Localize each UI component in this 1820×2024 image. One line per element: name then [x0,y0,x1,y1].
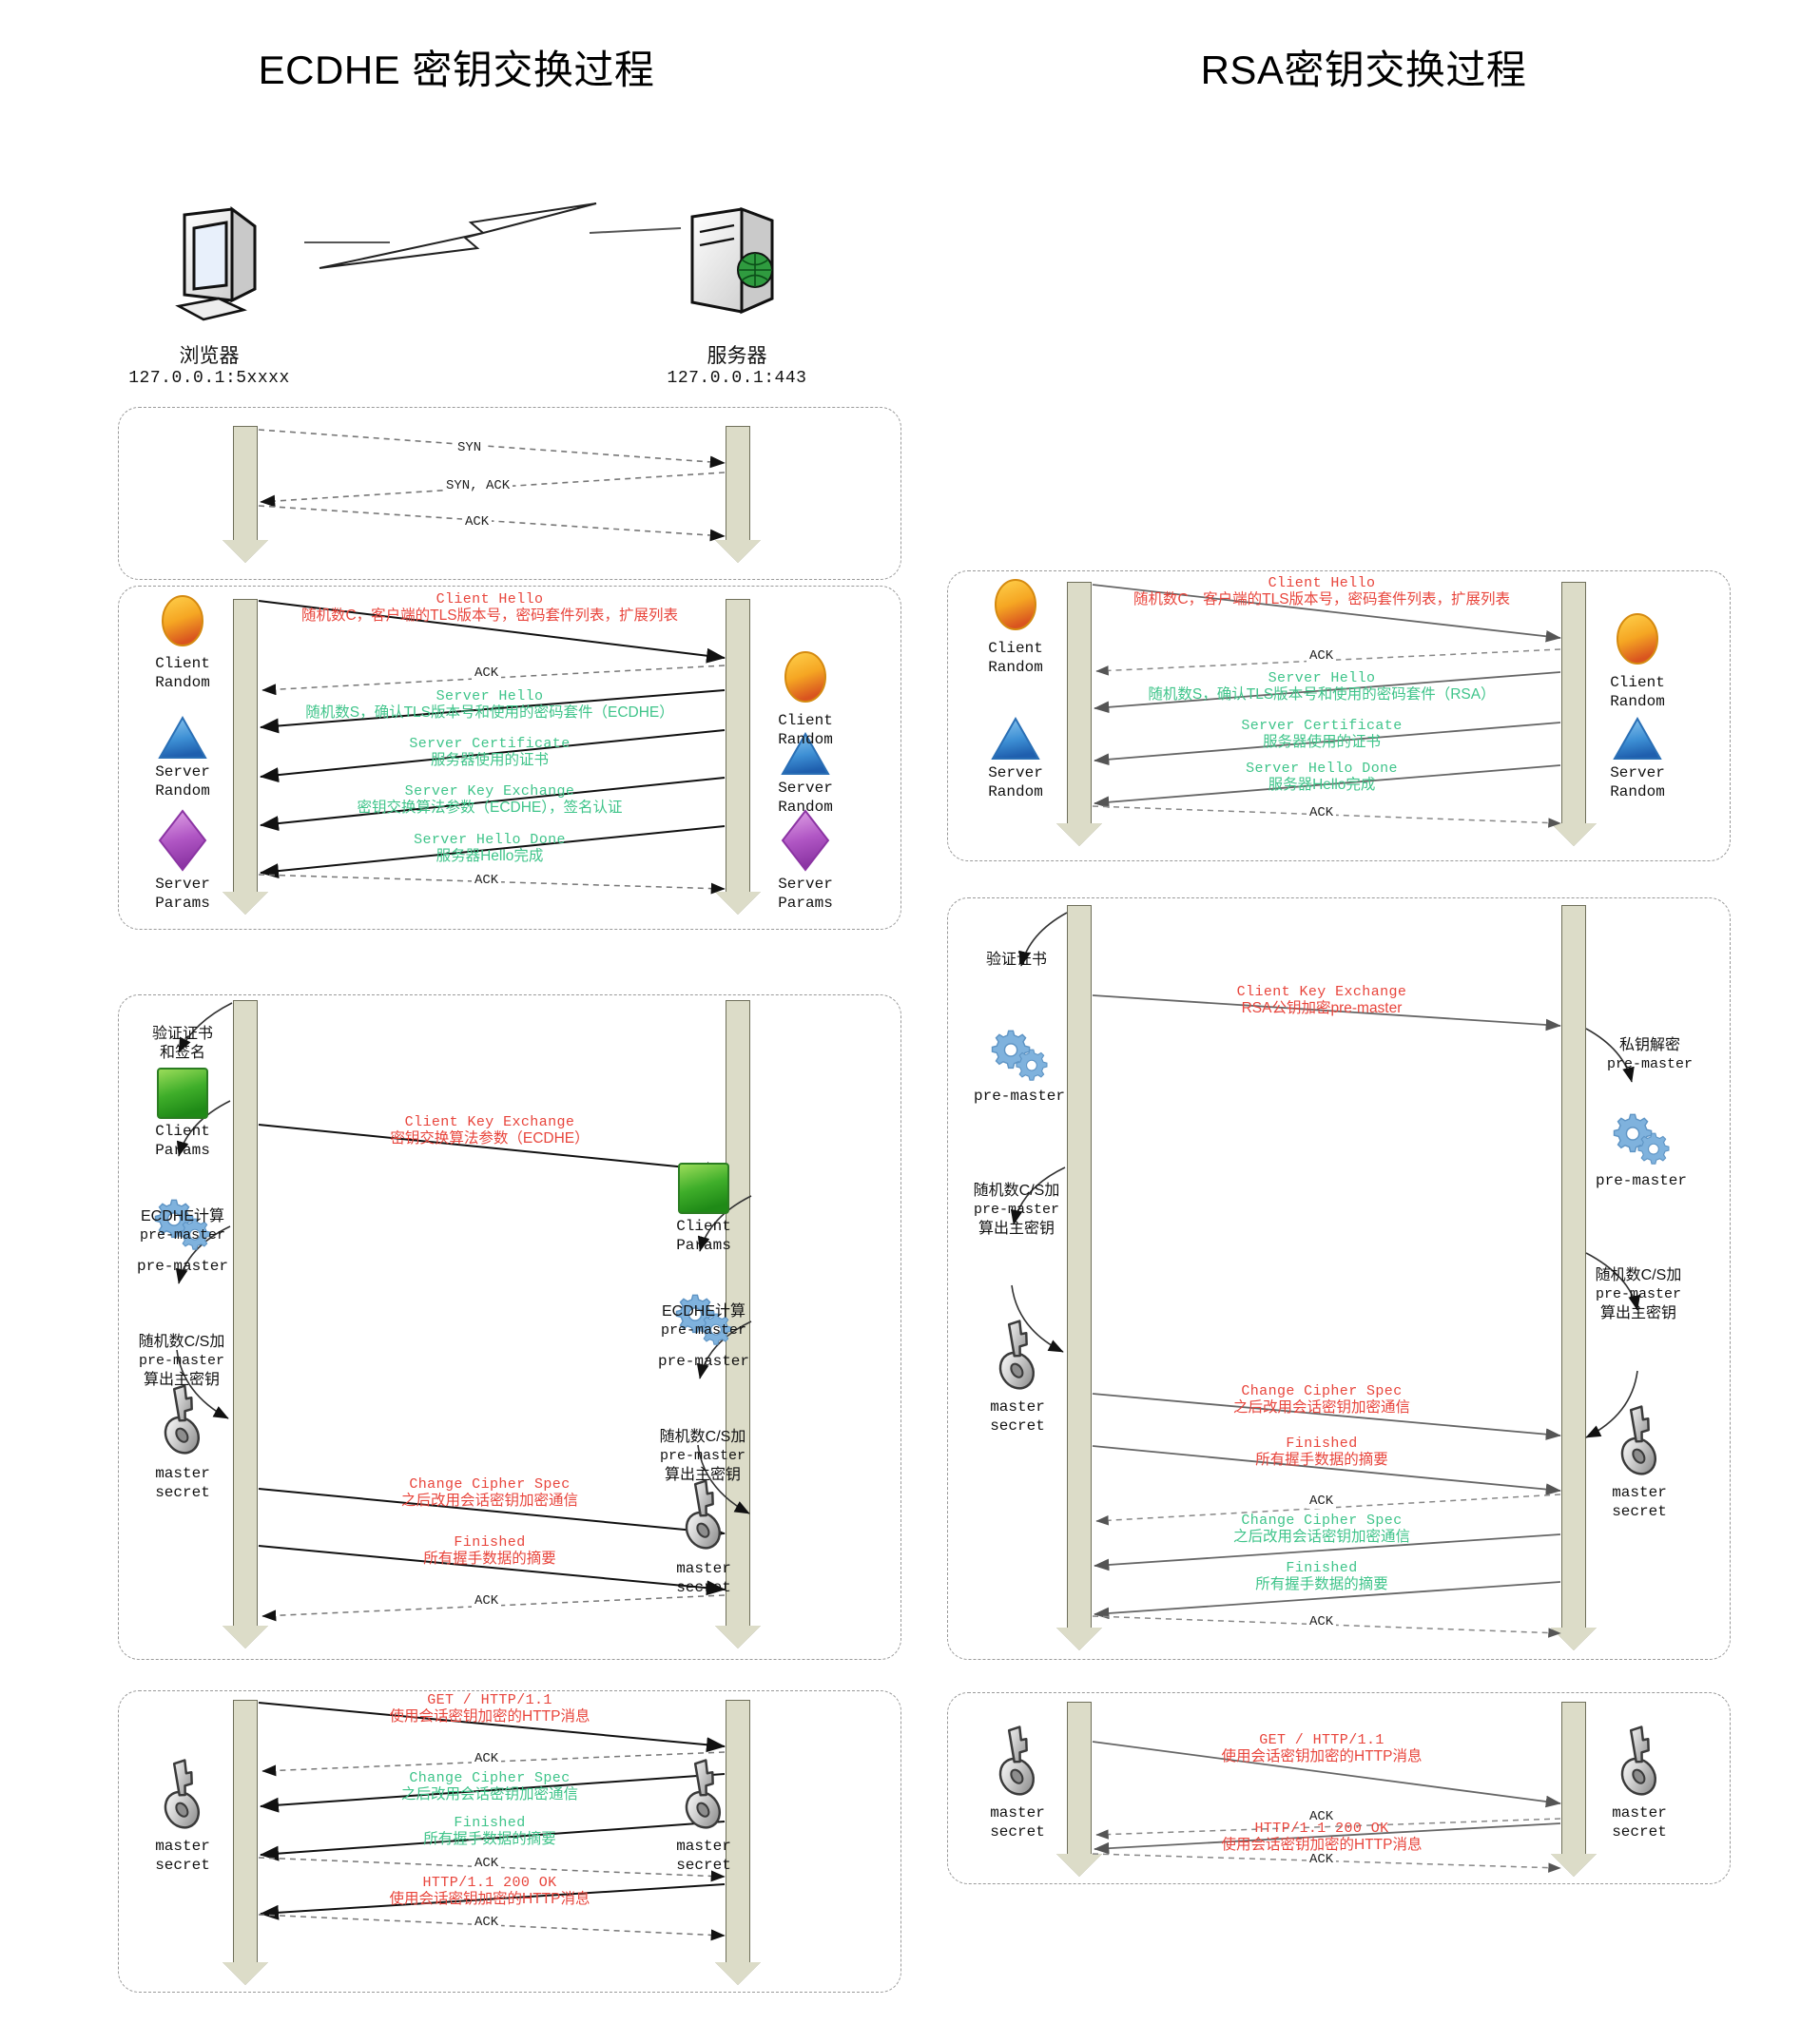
icon-label-pre-master: pre-master [657,1353,749,1370]
msg-server-hello: Server Hello 随机数S，确认TLS版本号和使用的密码套件（RSA） [1148,670,1496,704]
msg-server-hello-done: Server Hello Done 服务器Hello完成 [1246,761,1398,794]
icon-label-pre-master: pre-master [1595,1172,1687,1189]
server-node-label: 服务器 127.0.0.1:443 [667,344,807,388]
msg-change-cipher-spec: Change Cipher Spec 之后改用会话密钥加密通信 [400,1476,578,1510]
icon-label-server-params: Server Params [778,876,833,912]
msg-finished: Finished 所有握手数据的摘要 [423,1815,556,1848]
note-verify-certificate: 验证证书 [985,952,1047,968]
note-verify-certificate: 验证证书 和签名 [151,1026,213,1061]
msg-ack: ACK [1307,1614,1337,1629]
tcp-msg-synack: SYN, ACK [443,478,513,493]
server-lifeline-tcp [715,426,761,563]
note-ecdhe-compute-premaster: ECDHE计算 pre-master [139,1208,225,1243]
msg-server-key-exchange: Server Key Exchange 密钥交换算法参数（ECDHE），签名认证 [357,783,623,817]
msg-ack: ACK [472,1856,502,1871]
msg-ack: ACK [1307,648,1337,664]
note-derive-master-secret: 随机数C/S加 pre-master 算出主密钥 [973,1183,1060,1237]
ecdhe-title: ECDHE 密钥交换过程 [258,48,655,92]
desktop-computer-icon [175,206,257,321]
msg-http-200-ok: HTTP/1.1 200 OK 使用会话密钥加密的HTTP消息 [1221,1821,1423,1854]
note-derive-master-secret: 随机数C/S加 pre-master 算出主密钥 [1595,1267,1682,1321]
msg-ack: ACK [472,1593,502,1609]
phase-rsa-hello [947,570,1731,861]
tcp-msg-ack: ACK [462,514,493,530]
rsa-title: RSA密钥交换过程 [1200,48,1527,92]
msg-client-key-exchange: Client Key Exchange RSA公钥加密pre-master [1236,984,1407,1017]
tcp-msg-syn: SYN [455,440,485,455]
msg-ack: ACK [472,665,502,681]
icon-label-server-params: Server Params [155,876,210,912]
msg-ack: ACK [1307,1852,1337,1867]
msg-finished: Finished 所有握手数据的摘要 [1255,1436,1388,1469]
msg-change-cipher-spec: Change Cipher Spec 之后改用会话密钥加密通信 [1232,1383,1410,1417]
note-decrypt-premaster: 私钥解密 pre-master [1606,1037,1693,1072]
msg-ack: ACK [1307,805,1337,820]
note-derive-master-secret: 随机数C/S加 pre-master 算出主密钥 [138,1334,225,1388]
icon-label-server-random: Server Random [778,780,833,816]
topology-group [175,202,774,321]
msg-ack: ACK [472,1915,502,1930]
icon-label-client-params: Client Params [676,1218,731,1254]
msg-client-key-exchange: Client Key Exchange 密钥交换算法参数（ECDHE） [390,1114,590,1147]
msg-finished: Finished 所有握手数据的摘要 [423,1534,556,1568]
msg-change-cipher-spec: Change Cipher Spec 之后改用会话密钥加密通信 [1232,1513,1410,1546]
client-lifeline-kex [223,1000,268,1648]
msg-http-200-ok: HTTP/1.1 200 OK 使用会话密钥加密的HTTP消息 [389,1875,591,1908]
client-node-label: 浏览器 127.0.0.1:5xxxx [128,344,290,388]
msg-ack: ACK [1307,1494,1337,1509]
client-lifeline-tcp [223,426,268,563]
msg-finished: Finished 所有握手数据的摘要 [1255,1560,1388,1593]
icon-label-client-random: Client Random [1610,674,1665,710]
icon-label-pre-master: pre-master [136,1258,228,1275]
msg-change-cipher-spec: Change Cipher Spec 之后改用会话密钥加密通信 [400,1770,578,1803]
icon-label-pre-master: pre-master [973,1088,1065,1105]
msg-http-get: GET / HTTP/1.1 使用会话密钥加密的HTTP消息 [1221,1732,1423,1765]
msg-client-hello: Client Hello 随机数C，客户端的TLS版本号，密码套件列表，扩展列表 [300,591,679,625]
lightning-link-icon [319,202,597,269]
note-ecdhe-compute-premaster: ECDHE计算 pre-master [660,1303,746,1339]
tls-handshake-diagram: ECDHE 密钥交换过程 浏览器 127.0.0.1:5xxxx 服务器 127… [0,0,1820,2024]
server-rack-icon [690,206,774,315]
msg-http-get: GET / HTTP/1.1 使用会话密钥加密的HTTP消息 [389,1692,591,1725]
msg-server-certificate: Server Certificate 服务器使用的证书 [1241,718,1403,751]
icon-label-server-random: Server Random [1610,764,1665,800]
msg-ack: ACK [472,1751,502,1766]
msg-server-hello: Server Hello 随机数S，确认TLS版本号和使用的密码套件（ECDHE… [305,688,674,722]
msg-server-hello-done: Server Hello Done 服务器Hello完成 [414,832,566,865]
msg-client-hello: Client Hello 随机数C，客户端的TLS版本号，密码套件列表，扩展列表 [1133,575,1511,608]
msg-server-certificate: Server Certificate 服务器使用的证书 [409,736,571,769]
msg-ack: ACK [472,873,502,888]
icon-label-client-random: Client Random [778,712,833,748]
icon-label-client-random: Client Random [155,655,210,691]
